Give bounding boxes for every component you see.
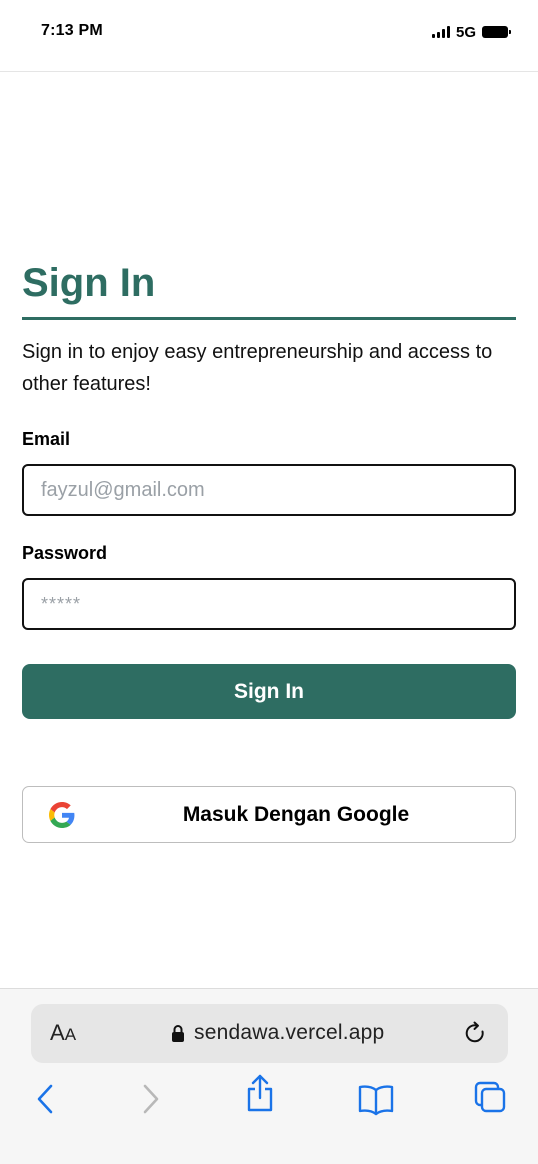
reload-icon[interactable]	[462, 1020, 488, 1046]
email-field[interactable]	[22, 464, 516, 516]
status-indicators: 5G	[431, 22, 511, 42]
signin-button[interactable]: Sign In	[22, 664, 516, 719]
lock-icon	[172, 1025, 184, 1042]
chevron-right-icon[interactable]	[132, 1081, 168, 1117]
google-signin-label: Masuk Dengan Google	[182, 802, 410, 826]
browser-nav-row	[0, 1074, 538, 1123]
network-type: 5G	[455, 23, 476, 41]
title-divider	[22, 317, 516, 320]
text-size-button[interactable]: AA	[50, 1020, 76, 1046]
book-icon[interactable]	[356, 1081, 396, 1117]
address-bar[interactable]: AA sendawa.vercel.app	[31, 1004, 508, 1063]
chevron-left-icon[interactable]	[28, 1081, 64, 1117]
email-label: Email	[22, 429, 71, 449]
browser-toolbar: AA sendawa.vercel.app	[0, 988, 538, 1164]
password-label: Password	[22, 543, 108, 563]
cellular-signal-icon	[431, 26, 450, 38]
tabs-icon[interactable]	[472, 1081, 508, 1117]
text-size-label-large: A	[50, 1020, 65, 1045]
text-size-label-small: A	[64, 1025, 77, 1044]
page-title: Sign In	[22, 261, 156, 305]
google-signin-button[interactable]: Masuk Dengan Google	[22, 786, 516, 843]
password-field[interactable]	[22, 578, 516, 630]
share-icon[interactable]	[242, 1073, 278, 1113]
status-bar: 7:13 PM 5G	[0, 0, 538, 72]
url-text: sendawa.vercel.app	[194, 1021, 385, 1044]
status-time: 7:13 PM	[41, 22, 103, 39]
google-g-icon	[49, 802, 75, 828]
signin-form: Sign In Sign in to enjoy easy entreprene…	[22, 255, 516, 843]
page-subtitle: Sign in to enjoy easy entrepreneurship a…	[22, 341, 493, 395]
battery-icon	[482, 26, 511, 38]
